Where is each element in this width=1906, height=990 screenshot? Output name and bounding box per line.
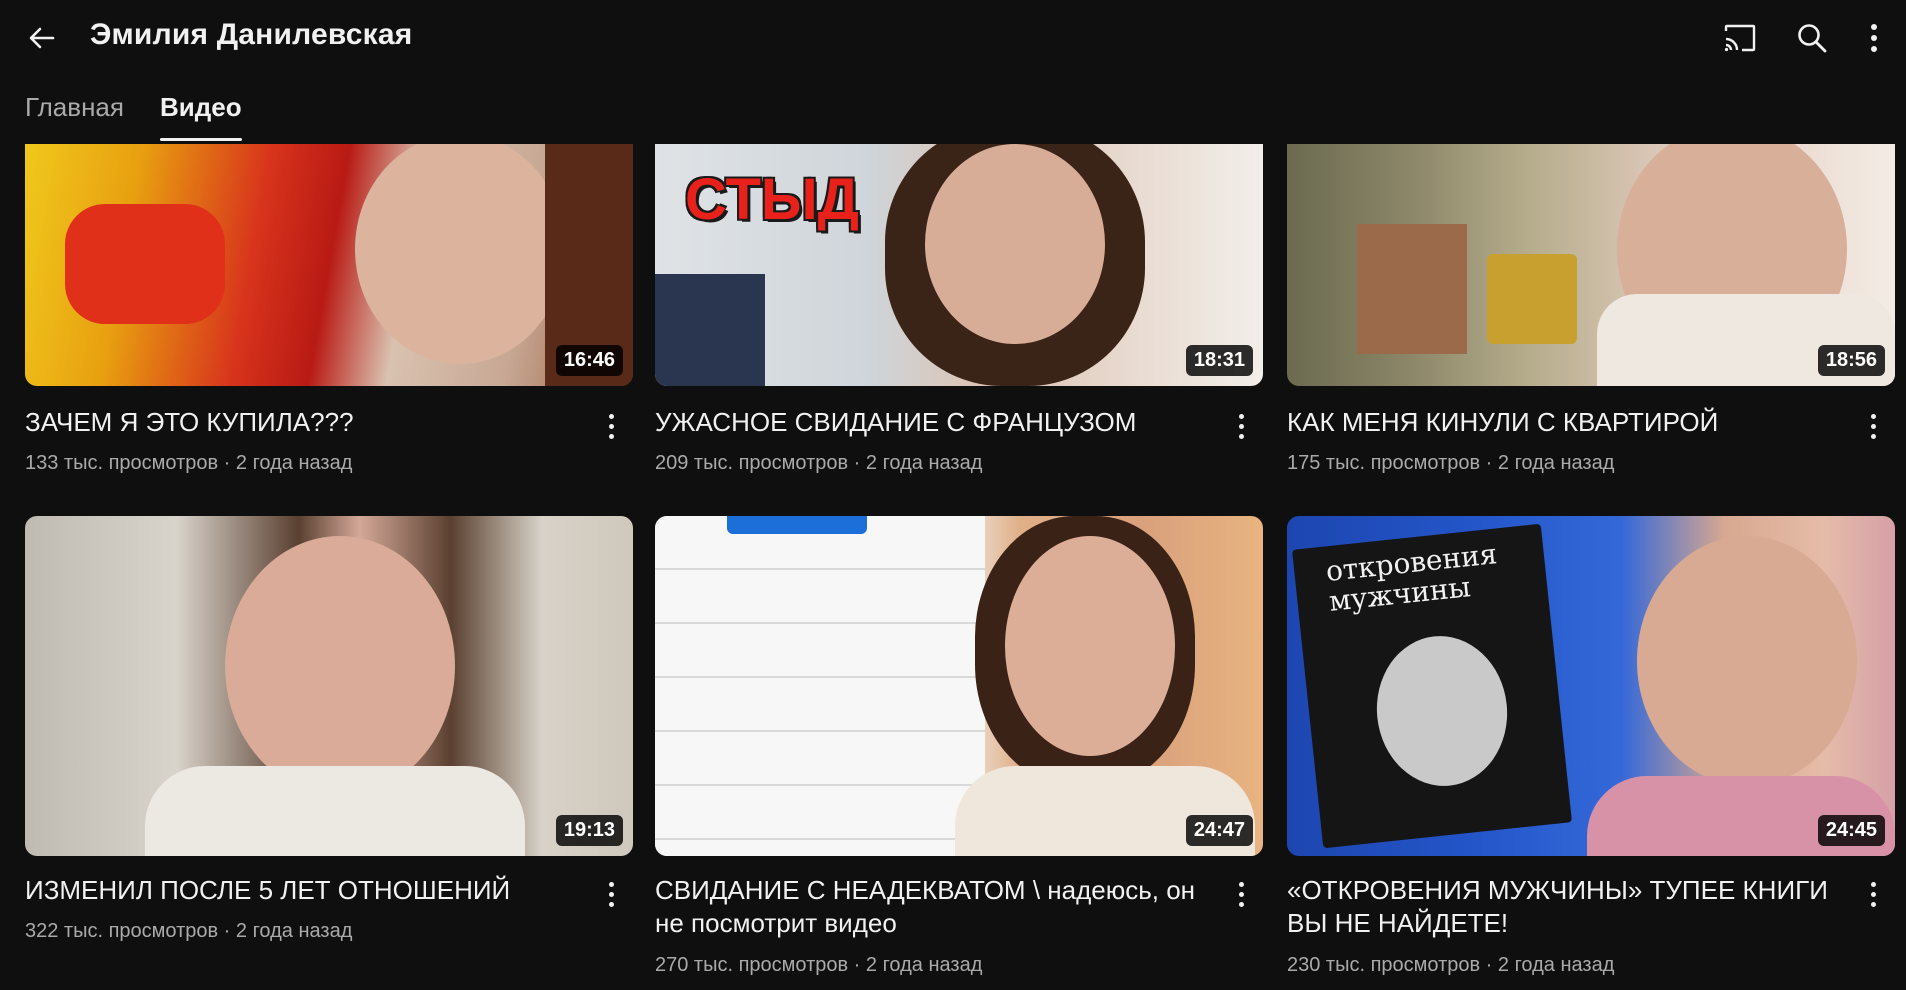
cast-button[interactable] [1716,14,1764,62]
thumbnail-image [65,204,225,324]
search-button[interactable] [1788,14,1836,62]
video-title[interactable]: ИЗМЕНИЛ ПОСЛЕ 5 ЛЕТ ОТНОШЕНИЙ [25,874,585,907]
video-meta: 322 тыс. просмотров · 2 года назад [25,920,353,942]
tab-videos[interactable]: Видео [159,82,242,144]
more-options-button[interactable] [1850,14,1898,62]
video-card: откровения мужчины 24:45 «ОТКРОВЕНИЯ МУЖ… [1287,516,1895,976]
video-meta: 230 тыс. просмотров · 2 года назад [1287,954,1615,976]
video-more-button[interactable] [1855,876,1891,912]
video-duration: 24:47 [1185,815,1253,846]
video-more-button[interactable] [593,876,629,912]
more-vert-icon [608,881,614,907]
video-title[interactable]: СВИДАНИЕ С НЕАДЕКВАТОМ \ надеюсь, он не … [655,874,1215,940]
thumbnail-overlay-text: СТЫД [685,167,859,232]
video-duration: 24:45 [1817,815,1885,846]
video-title[interactable]: КАК МЕНЯ КИНУЛИ С КВАРТИРОЙ [1287,406,1847,439]
thumbnail-image [727,516,867,534]
video-meta: 270 тыс. просмотров · 2 года назад [655,954,983,976]
video-more-button[interactable] [1223,408,1259,444]
video-more-button[interactable] [1855,408,1891,444]
more-vert-icon [608,413,614,439]
thumbnail-image [1487,254,1577,344]
thumbnail-image [655,516,985,856]
video-more-button[interactable] [593,408,629,444]
more-vert-icon [1870,881,1876,907]
video-duration: 16:46 [555,345,623,376]
video-thumbnail[interactable]: откровения мужчины 24:45 [1287,516,1895,856]
thumbnail-image [225,536,455,796]
tab-home[interactable]: Главная [25,82,124,144]
video-title[interactable]: УЖАСНОЕ СВИДАНИЕ С ФРАНЦУЗОМ [655,406,1215,439]
cast-icon [1724,24,1756,52]
video-thumbnail[interactable]: 18:56 [1287,144,1895,386]
video-duration: 19:13 [555,815,623,846]
channel-title: Эмилия Данилевская [90,18,413,51]
video-meta: 175 тыс. просмотров · 2 года назад [1287,452,1615,474]
search-icon [1798,24,1827,53]
video-thumbnail[interactable]: 16:46 [25,144,633,386]
video-card: 18:56 КАК МЕНЯ КИНУЛИ С КВАРТИРОЙ 175 ты… [1287,144,1895,474]
video-card: 24:47 СВИДАНИЕ С НЕАДЕКВАТОМ \ надеюсь, … [655,516,1263,976]
thumbnail-image [145,766,525,856]
back-arrow-icon [29,27,55,49]
video-title[interactable]: ЗАЧЕМ Я ЭТО КУПИЛА??? [25,406,585,439]
video-duration: 18:56 [1817,345,1885,376]
thumbnail-image [1637,536,1857,786]
more-vert-icon [1238,881,1244,907]
video-duration: 18:31 [1185,345,1253,376]
thumbnail-image [355,144,565,364]
back-button[interactable] [22,18,62,58]
video-thumbnail[interactable]: 19:13 [25,516,633,856]
video-meta: 209 тыс. просмотров · 2 года назад [655,452,983,474]
more-vert-icon [1871,24,1877,52]
video-more-button[interactable] [1223,876,1259,912]
video-card: 19:13 ИЗМЕНИЛ ПОСЛЕ 5 ЛЕТ ОТНОШЕНИЙ 322 … [25,516,633,942]
video-title[interactable]: «ОТКРОВЕНИЯ МУЖЧИНЫ» ТУПЕЕ КНИГИ ВЫ НЕ Н… [1287,874,1847,940]
video-card: СТЫД 18:31 УЖАСНОЕ СВИДАНИЕ С ФРАНЦУЗОМ … [655,144,1263,474]
more-vert-icon [1238,413,1244,439]
video-thumbnail[interactable]: 24:47 [655,516,1263,856]
top-app-bar: Эмилия Данилевская [0,0,1906,74]
more-vert-icon [1870,413,1876,439]
thumbnail-image [1357,224,1467,354]
channel-tabs: Главная Видео [0,82,278,144]
video-meta: 133 тыс. просмотров · 2 года назад [25,452,353,474]
video-grid: 16:46 ЗАЧЕМ Я ЭТО КУПИЛА??? 133 тыс. про… [0,144,1906,990]
video-thumbnail[interactable]: СТЫД 18:31 [655,144,1263,386]
thumbnail-image [925,144,1105,344]
video-card: 16:46 ЗАЧЕМ Я ЭТО КУПИЛА??? 133 тыс. про… [25,144,633,474]
thumbnail-image [1005,536,1175,756]
thumbnail-image [655,274,765,386]
